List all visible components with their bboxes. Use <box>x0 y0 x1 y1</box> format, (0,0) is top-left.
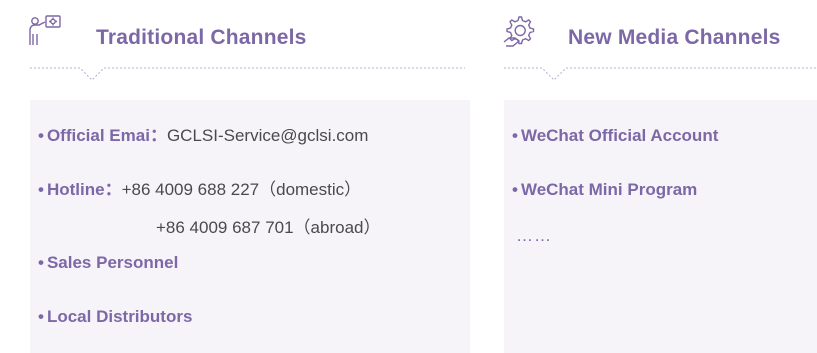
email-value[interactable]: GCLSI-Service@gclsi.com <box>167 126 368 145</box>
distributors-label: Local Distributors <box>46 307 193 326</box>
hotline-abroad[interactable]: +86 4009 687 701（abroad） <box>156 213 381 238</box>
email-label: Official Emai <box>46 126 150 145</box>
email-separator: ： <box>149 126 167 145</box>
wechat-mini-label[interactable]: WeChat Mini Program <box>521 180 697 199</box>
gear-hand-icon <box>503 16 535 47</box>
sales-label: Sales Personnel <box>46 253 179 272</box>
bullet: • <box>38 307 44 326</box>
hotline-domestic[interactable]: +86 4009 688 227（domestic） <box>122 180 362 199</box>
section-divider <box>504 67 817 81</box>
bullet: • <box>38 180 44 199</box>
hotline-separator: ： <box>104 180 122 199</box>
more-ellipsis: …… <box>516 226 552 245</box>
list-item-sales: • Sales Personnel <box>38 253 178 273</box>
traditional-channels-header: Traditional Channels <box>0 10 470 54</box>
bullet: • <box>38 126 44 145</box>
traditional-channels-section: Traditional Channels • Official Emai：GCLS… <box>0 0 470 353</box>
wechat-official-label[interactable]: WeChat Official Account <box>521 126 718 145</box>
traditional-channels-panel: • Official Emai：GCLSI-Service@gclsi.com •… <box>30 100 470 353</box>
section-title: Traditional Channels <box>96 26 307 49</box>
list-item-distributors: • Local Distributors <box>38 307 192 327</box>
section-title: New Media Channels <box>568 26 781 49</box>
hotline-label: Hotline <box>46 180 105 199</box>
new-media-channels-panel: • WeChat Official Account • WeChat Mini Pr… <box>504 100 817 353</box>
list-item-email: • Official Emai：GCLSI-Service@gclsi.com <box>38 126 368 146</box>
bullet: • <box>38 253 44 272</box>
list-item-wechat-mini: • WeChat Mini Program <box>512 180 697 200</box>
bullet: • <box>512 180 518 199</box>
list-item-hotline: • Hotline：+86 4009 688 227（domestic） <box>38 180 361 200</box>
section-divider <box>30 67 465 81</box>
new-media-channels-section: New Media Channels • WeChat Official Acco… <box>490 0 817 353</box>
person-presenting-icon <box>29 15 61 45</box>
bullet: • <box>512 126 518 145</box>
list-item-wechat-official: • WeChat Official Account <box>512 126 718 146</box>
new-media-channels-header: New Media Channels <box>490 10 817 54</box>
